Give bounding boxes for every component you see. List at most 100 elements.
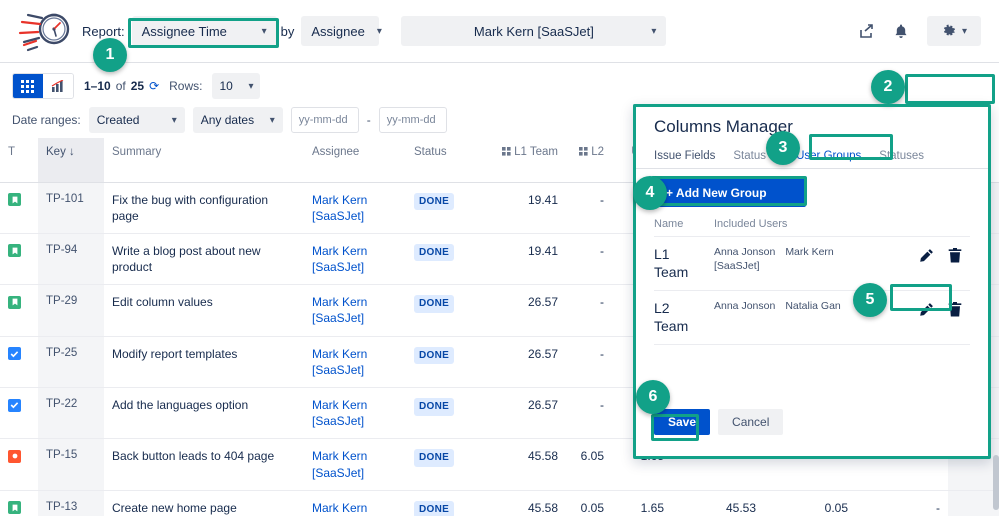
date-from-input[interactable]: yy-mm-dd [290,107,359,133]
report-select-value: Assignee Time [141,23,227,39]
tab-user-groups[interactable]: User Groups [787,150,871,168]
pencil-icon[interactable] [919,248,934,266]
sort-down-arrow-icon: ↓ [69,146,75,158]
date-preset-select[interactable]: Any dates ▾ [192,107,283,133]
columns-manager-panel: Columns Manager Issue Fields Status G Us… [633,104,991,459]
columns-manager-footer: Save Cancel [654,409,784,435]
group-row-actions [919,300,970,320]
group-row: L2 Team Anna Jonson Natalia Gan [654,291,970,345]
date-field-select[interactable]: Created ▾ [88,107,185,133]
cell-l2: 0.05 [566,490,612,516]
share-icon[interactable] [858,23,875,40]
cell-l1team: 19.41 [484,182,566,234]
cancel-button[interactable]: Cancel [718,409,784,435]
cell-key[interactable]: TP-22 [38,387,104,440]
group-user: Anna Jonson [714,300,776,312]
report-select[interactable]: Assignee Time ▾ [131,16,277,46]
story-type-icon [8,193,21,206]
cell-status: DONE [406,233,484,286]
cell-assignee[interactable]: Mark Kern[SaaSJet] [304,490,406,516]
status-badge: DONE [414,243,455,262]
col-header-l2[interactable]: L2 [566,138,612,183]
callout-badge-3: 3 [766,131,800,165]
chart-view-icon[interactable] [43,74,73,98]
group-name: L2 Team [654,300,689,334]
user-select[interactable]: Mark Kern [SaaSJet] ▾ [401,16,667,46]
col-header-assignee[interactable]: Assignee [304,138,406,183]
settings-button[interactable]: ▾ [927,16,981,46]
date-to-placeholder: yy-mm-dd [386,114,436,126]
status-badge: DONE [414,346,455,365]
col-header-l2-label: L2 [591,146,604,158]
cell-l2: - [566,284,612,337]
report-label: Report: [82,23,125,39]
cell-key[interactable]: TP-94 [38,233,104,286]
cell-assignee[interactable]: Mark Kern[SaaSJet] [304,438,406,491]
pager: 1–10 of 25 ⟳ [84,79,159,93]
tab-issue-fields[interactable]: Issue Fields [654,150,724,168]
pencil-icon[interactable] [919,302,934,320]
cell-assignee[interactable]: Mark Kern[SaaSJet] [304,233,406,286]
cell-key[interactable]: TP-29 [38,284,104,337]
col-header-summary[interactable]: Summary [104,138,304,183]
group-grid-icon [502,147,511,159]
trash-icon[interactable] [948,302,962,320]
cell-type [0,387,38,440]
cell-key[interactable]: TP-15 [38,438,104,491]
cell-summary[interactable]: Modify report templates [104,336,304,389]
cell-summary[interactable]: Write a blog post about new product [104,233,304,286]
callout-badge-6: 6 [636,380,670,414]
col-header-status[interactable]: Status [406,138,484,183]
pager-range: 1–10 [84,79,111,93]
cell-assignee[interactable]: Mark Kern[SaaSJet] [304,182,406,234]
col-header-type[interactable]: T [0,138,38,183]
save-button[interactable]: Save [654,409,711,435]
group-user: Anna Jonson [SaaSJet] [714,246,776,272]
bell-icon[interactable] [893,23,909,40]
cell-l1team: 19.41 [484,233,566,286]
trash-icon[interactable] [948,248,962,266]
cell-summary[interactable]: Edit column values [104,284,304,337]
cell-type [0,233,38,286]
rows-select[interactable]: 10 ▾ [212,73,261,99]
cell-assignee[interactable]: Mark Kern[SaaSJet] [304,336,406,389]
status-badge: DONE [414,398,455,416]
cell-summary[interactable]: Fix the bug with configuration page [104,182,304,234]
group-col-users: Included Users [714,218,788,230]
date-ranges-label: Date ranges: [12,113,81,127]
vertical-scrollbar[interactable] [993,455,999,510]
grid-view-icon[interactable] [13,74,43,98]
chevron-down-icon: ▾ [376,25,382,37]
story-type-icon [8,244,21,258]
chevron-down-icon: ▾ [269,114,275,126]
cell-summary[interactable]: Add the languages option [104,387,304,440]
chevron-down-icon: ▾ [651,25,657,37]
header-icon-group: ▾ [858,16,987,46]
add-new-group-button[interactable]: + Add New Group [654,179,806,207]
chevron-down-icon: ▾ [961,25,968,37]
cell-assignee[interactable]: Mark Kern[SaaSJet] [304,387,406,440]
cell-summary[interactable]: Create new home page [104,490,304,516]
date-field-value: Created [96,113,140,127]
cell-key[interactable]: TP-13 [38,490,104,516]
col-header-key[interactable]: Key ↓ [38,138,104,183]
cell-l1team: 26.57 [484,387,566,440]
col-header-l1team[interactable]: L1 Team [484,138,566,183]
cell-summary[interactable]: Back button leads to 404 page [104,438,304,491]
table-row[interactable]: TP-13Create new home pageMark Kern[SaaSJ… [0,490,999,516]
cell-extra-1: 45.53 [672,490,764,516]
columns-manager-body: + Add New Group Name Included Users L1 Te… [634,169,990,449]
cell-assignee[interactable]: Mark Kern[SaaSJet] [304,284,406,337]
cell-key[interactable]: TP-25 [38,336,104,389]
refresh-icon[interactable]: ⟳ [149,79,159,93]
cell-status: DONE [406,438,484,491]
cell-extra-3: - [856,490,948,516]
groupby-select[interactable]: Assignee ▾ [301,16,382,46]
tab-statuses[interactable]: Statuses [870,150,933,168]
columns-manager-tabs: Issue Fields Status G User Groups Status… [634,141,990,169]
group-users: Anna Jonson Natalia Gan [714,300,919,314]
cell-key[interactable]: TP-101 [38,182,104,234]
date-to-input[interactable]: yy-mm-dd [378,107,447,133]
cell-extra-2: 0.05 [764,490,856,516]
group-table-header: Name Included Users [654,218,970,237]
